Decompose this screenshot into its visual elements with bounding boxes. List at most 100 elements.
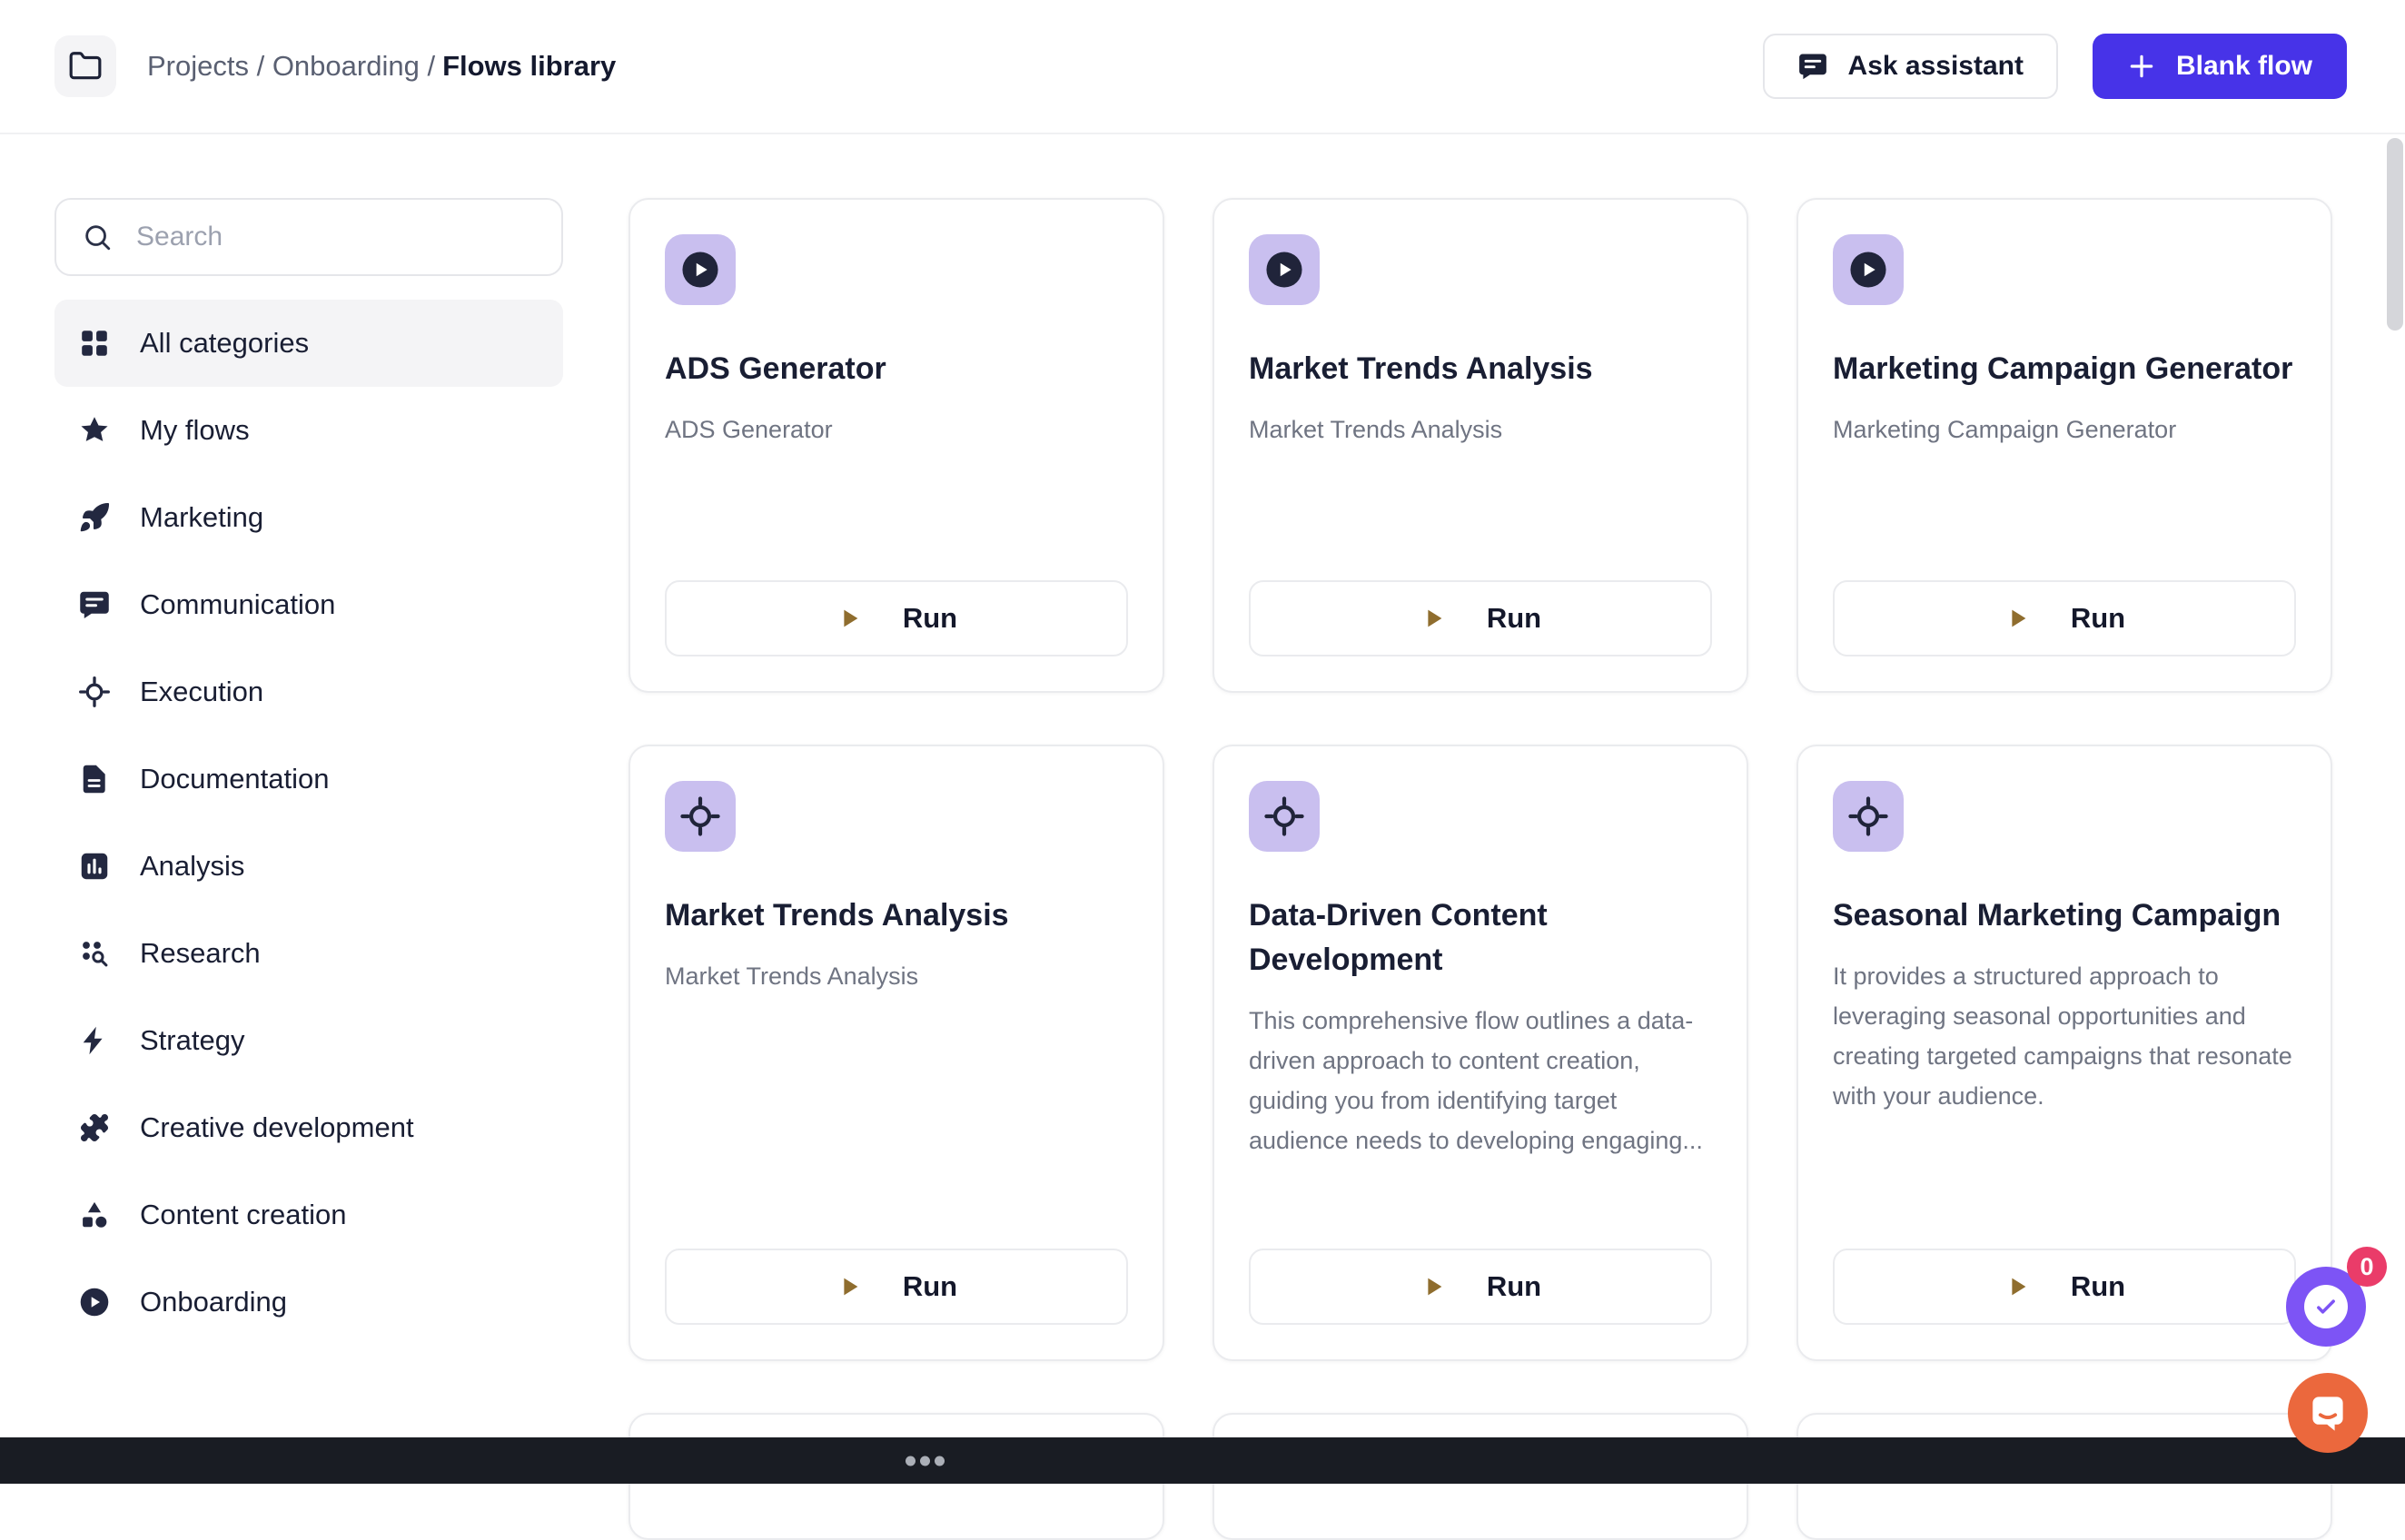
sidebar-item-documentation[interactable]: Documentation [54, 735, 563, 823]
play-circle-icon [1833, 234, 1904, 305]
sidebar-item-onboarding[interactable]: Onboarding [54, 1259, 563, 1346]
crosshair-icon [78, 676, 111, 708]
intercom-chat-button[interactable] [2288, 1373, 2368, 1453]
flow-card[interactable]: ADS Generator ADS Generator Run [628, 198, 1164, 693]
sidebar-item-label: Marketing [140, 501, 263, 534]
sidebar-item-strategy[interactable]: Strategy [54, 997, 563, 1084]
sidebar: All categories My flows Marketing Communica… [54, 198, 563, 1346]
sidebar-item-label: Creative development [140, 1111, 414, 1144]
sidebar-item-label: Execution [140, 676, 263, 708]
run-button[interactable]: Run [1833, 1249, 2296, 1325]
sidebar-item-label: Communication [140, 588, 335, 621]
play-icon [1420, 605, 1447, 632]
flow-card[interactable]: Data-Driven Content Development This comp… [1212, 745, 1748, 1361]
sidebar-item-execution[interactable]: Execution [54, 648, 563, 735]
play-circle-icon [665, 234, 736, 305]
play-icon [2004, 1273, 2031, 1300]
sidebar-item-communication[interactable]: Communication [54, 561, 563, 648]
message-icon [78, 588, 111, 621]
project-folder-button[interactable] [54, 35, 116, 97]
sidebar-item-analysis[interactable]: Analysis [54, 823, 563, 910]
chat-bubble-icon [2306, 1391, 2350, 1435]
sidebar-item-content-creation[interactable]: Content creation [54, 1171, 563, 1259]
sidebar-category-list: All categories My flows Marketing Communica… [54, 300, 563, 1346]
star-icon [78, 414, 111, 447]
sidebar-item-label: My flows [140, 414, 250, 447]
top-bar: Projects / Onboarding /Flows library Ask… [0, 0, 2405, 134]
play-icon [836, 605, 863, 632]
run-button[interactable]: Run [665, 1249, 1128, 1325]
flow-card-title: Data-Driven Content Development [1249, 893, 1712, 982]
blank-flow-label: Blank flow [2176, 51, 2312, 82]
sidebar-item-label: Analysis [140, 850, 244, 883]
flow-card[interactable]: Seasonal Marketing Campaign It provides a… [1796, 745, 2332, 1361]
chart-icon [78, 850, 111, 883]
search-icon [82, 222, 113, 252]
play-icon [1420, 1273, 1447, 1300]
sidebar-item-research[interactable]: Research [54, 910, 563, 997]
flow-card[interactable]: Marketing Campaign Generator Marketing Ca… [1796, 198, 2332, 693]
search-input[interactable] [134, 221, 536, 253]
flow-card-description: Marketing Campaign Generator [1833, 410, 2296, 449]
play-circle-icon [78, 1286, 111, 1318]
chat-icon [1797, 51, 1828, 82]
file-icon [78, 763, 111, 795]
shapes-icon [78, 1199, 111, 1231]
run-button-label: Run [2071, 602, 2125, 635]
flow-card-title: Marketing Campaign Generator [1833, 347, 2296, 391]
crosshair-icon [1249, 781, 1320, 852]
flow-card-description: This comprehensive flow outlines a data-… [1249, 1001, 1712, 1160]
sidebar-item-label: All categories [140, 327, 309, 360]
research-icon [78, 937, 111, 970]
run-button-label: Run [1487, 602, 1541, 635]
folder-icon [68, 49, 103, 84]
scrollbar-thumb[interactable] [2387, 138, 2403, 331]
run-button-label: Run [903, 1270, 957, 1303]
run-button[interactable]: Run [1249, 1249, 1712, 1325]
ellipsis-handle[interactable] [906, 1456, 945, 1466]
flow-card-title: Market Trends Analysis [1249, 347, 1712, 391]
sidebar-item-label: Strategy [140, 1024, 244, 1057]
flow-card[interactable]: Market Trends Analysis Market Trends Anal… [628, 745, 1164, 1361]
ask-assistant-button[interactable]: Ask assistant [1763, 34, 2058, 99]
play-circle-icon [1249, 234, 1320, 305]
run-button[interactable]: Run [665, 580, 1128, 656]
flow-card-description: ADS Generator [665, 410, 1128, 449]
flow-card-description: Market Trends Analysis [665, 956, 1128, 996]
flow-card-title: Market Trends Analysis [665, 893, 1128, 938]
plus-icon [2127, 52, 2156, 81]
ask-assistant-label: Ask assistant [1848, 51, 2024, 82]
run-button-label: Run [2071, 1270, 2125, 1303]
flow-card[interactable]: Market Trends Analysis Market Trends Anal… [1212, 198, 1748, 693]
run-button[interactable]: Run [1833, 580, 2296, 656]
notification-badge: 0 [2347, 1247, 2387, 1287]
crosshair-icon [665, 781, 736, 852]
bottom-bar [0, 1437, 2405, 1484]
sidebar-item-label: Content creation [140, 1199, 346, 1231]
sidebar-item-marketing[interactable]: Marketing [54, 474, 563, 561]
breadcrumb-current: Flows library [442, 50, 616, 82]
flow-card-description: It provides a structured approach to lev… [1833, 956, 2296, 1116]
play-icon [836, 1273, 863, 1300]
check-icon [2304, 1285, 2348, 1328]
sidebar-item-my-flows[interactable]: My flows [54, 387, 563, 474]
run-button-label: Run [903, 602, 957, 635]
sidebar-item-all-categories[interactable]: All categories [54, 300, 563, 387]
sidebar-item-creative-development[interactable]: Creative development [54, 1084, 563, 1171]
sidebar-item-label: Documentation [140, 763, 330, 795]
search-box [54, 198, 563, 276]
blank-flow-button[interactable]: Blank flow [2093, 34, 2347, 99]
sidebar-item-label: Onboarding [140, 1286, 287, 1318]
puzzle-icon [78, 1111, 111, 1144]
run-button-label: Run [1487, 1270, 1541, 1303]
flow-card-title: Seasonal Marketing Campaign [1833, 893, 2296, 938]
run-button[interactable]: Run [1249, 580, 1712, 656]
breadcrumb: Projects / Onboarding /Flows library [147, 50, 616, 83]
flow-card-title: ADS Generator [665, 347, 1128, 391]
flows-grid: ADS GeneratorADS GeneratorRunMarket Tren… [628, 198, 2336, 1540]
play-icon [2004, 605, 2031, 632]
tasks-fab-button[interactable]: 0 [2286, 1267, 2366, 1347]
breadcrumb-path[interactable]: Projects / Onboarding / [147, 50, 435, 82]
rocket-icon [78, 501, 111, 534]
flow-card-description: Market Trends Analysis [1249, 410, 1712, 449]
